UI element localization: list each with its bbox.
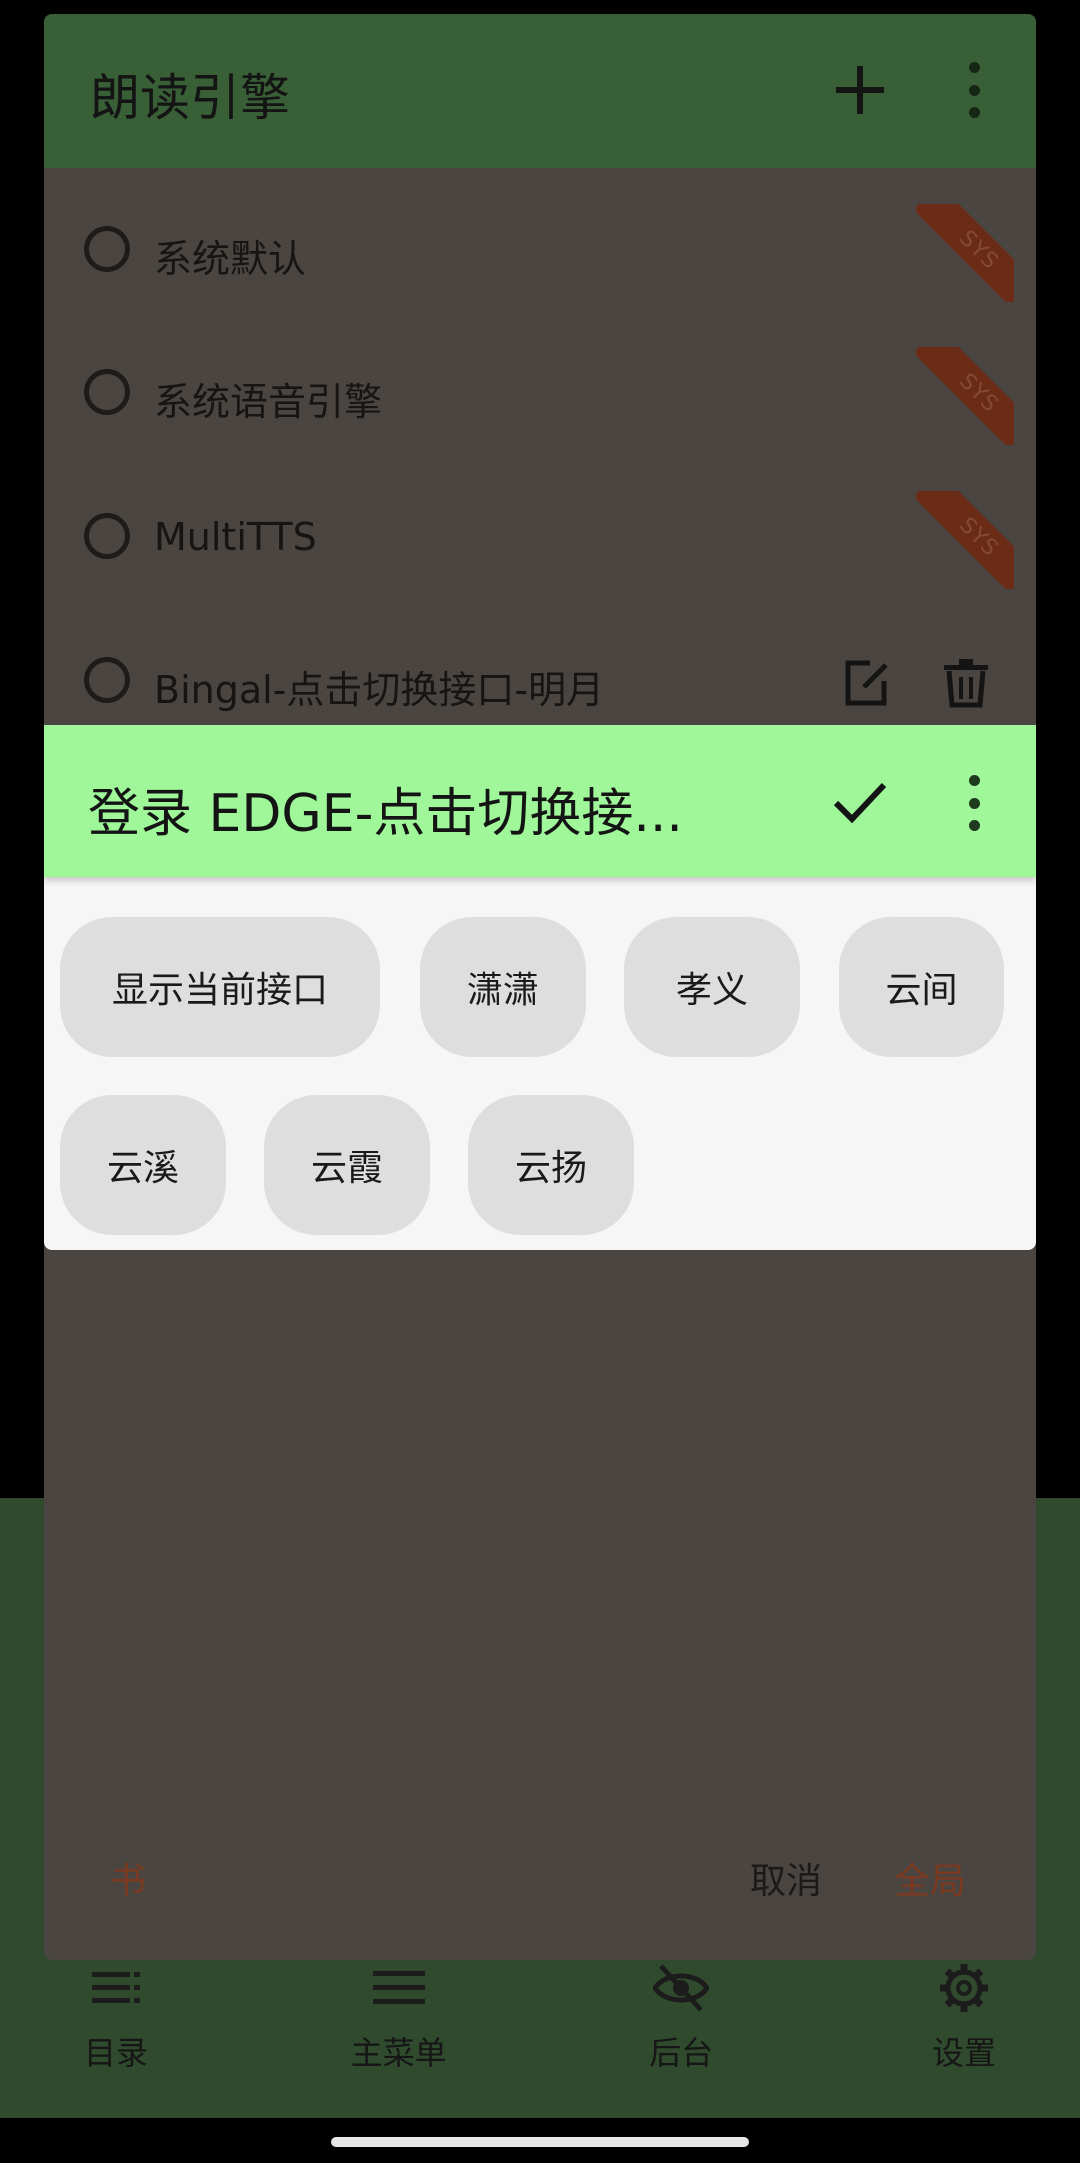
home-indicator[interactable] (331, 2137, 749, 2147)
dialog-title: 朗读引擎 (90, 69, 290, 127)
dialog-toolbar: 朗读引擎 (44, 14, 1036, 168)
chip-voice[interactable]: 云扬 (468, 1095, 634, 1235)
sys-badge: SYS (916, 347, 1014, 445)
dialog-footer: 书 取消 全局 (44, 1852, 1036, 1932)
radio-button[interactable] (84, 513, 130, 559)
chip-voice[interactable]: 孝义 (624, 917, 800, 1057)
plus-icon[interactable] (830, 60, 890, 120)
chip-voice[interactable]: 云霞 (264, 1095, 430, 1235)
nav-toc-label: 目录 (83, 2034, 148, 2072)
sys-badge: SYS (916, 491, 1014, 589)
engine-label: Bingal-点击切换接口-明月 (154, 668, 605, 712)
popup-title: 登录 EDGE-点击切换接... (88, 784, 683, 844)
nav-settings[interactable]: 设置 (884, 1960, 1044, 2110)
engine-label: MultiTTS (154, 515, 317, 559)
sys-badge: SYS (916, 204, 1014, 302)
radio-button[interactable] (84, 226, 130, 272)
nav-main-menu[interactable]: 主菜单 (319, 1960, 479, 2110)
engine-row-system-default[interactable]: 系统默认 SYS (44, 182, 1036, 326)
check-icon[interactable] (830, 771, 890, 831)
nav-settings-label: 设置 (931, 2034, 996, 2072)
more-vert-icon[interactable] (966, 775, 982, 831)
chip-voice[interactable]: 潇潇 (420, 917, 586, 1057)
menu-icon (372, 1971, 425, 2004)
book-button[interactable]: 书 (110, 1852, 146, 1904)
trash-icon[interactable] (940, 657, 992, 709)
nav-toc[interactable]: 目录 (36, 1960, 196, 2110)
nav-background-label: 后台 (649, 2034, 714, 2072)
toc-icon (92, 1972, 140, 2003)
engine-label: 系统默认 (154, 237, 307, 281)
global-button[interactable]: 全局 (894, 1852, 966, 1904)
chip-show-current-api[interactable]: 显示当前接口 (60, 917, 380, 1057)
more-vert-icon[interactable] (966, 62, 982, 118)
engine-row-system-tts[interactable]: 系统语音引擎 SYS (44, 325, 1036, 469)
radio-button[interactable] (84, 369, 130, 415)
bottom-navigation: 目录 主菜单 后台 设置 (0, 1960, 1080, 2110)
engine-label: 系统语音引擎 (154, 380, 383, 424)
nav-main-menu-label: 主菜单 (350, 2034, 447, 2072)
gear-icon (939, 1964, 988, 2012)
cancel-button[interactable]: 取消 (750, 1852, 822, 1904)
eye-off-icon (653, 1964, 710, 2012)
engine-row-multitts[interactable]: MultiTTS SYS (44, 469, 1036, 613)
edit-icon[interactable] (840, 657, 892, 709)
voice-select-popup: 登录 EDGE-点击切换接... 显示当前接口 潇潇 孝义 云间 云溪 云霞 云… (44, 725, 1036, 1250)
popup-toolbar: 登录 EDGE-点击切换接... (44, 725, 1036, 877)
chip-voice[interactable]: 云溪 (60, 1095, 226, 1235)
nav-background[interactable]: 后台 (601, 1960, 761, 2110)
radio-button[interactable] (84, 657, 130, 703)
chip-voice[interactable]: 云间 (839, 917, 1004, 1057)
